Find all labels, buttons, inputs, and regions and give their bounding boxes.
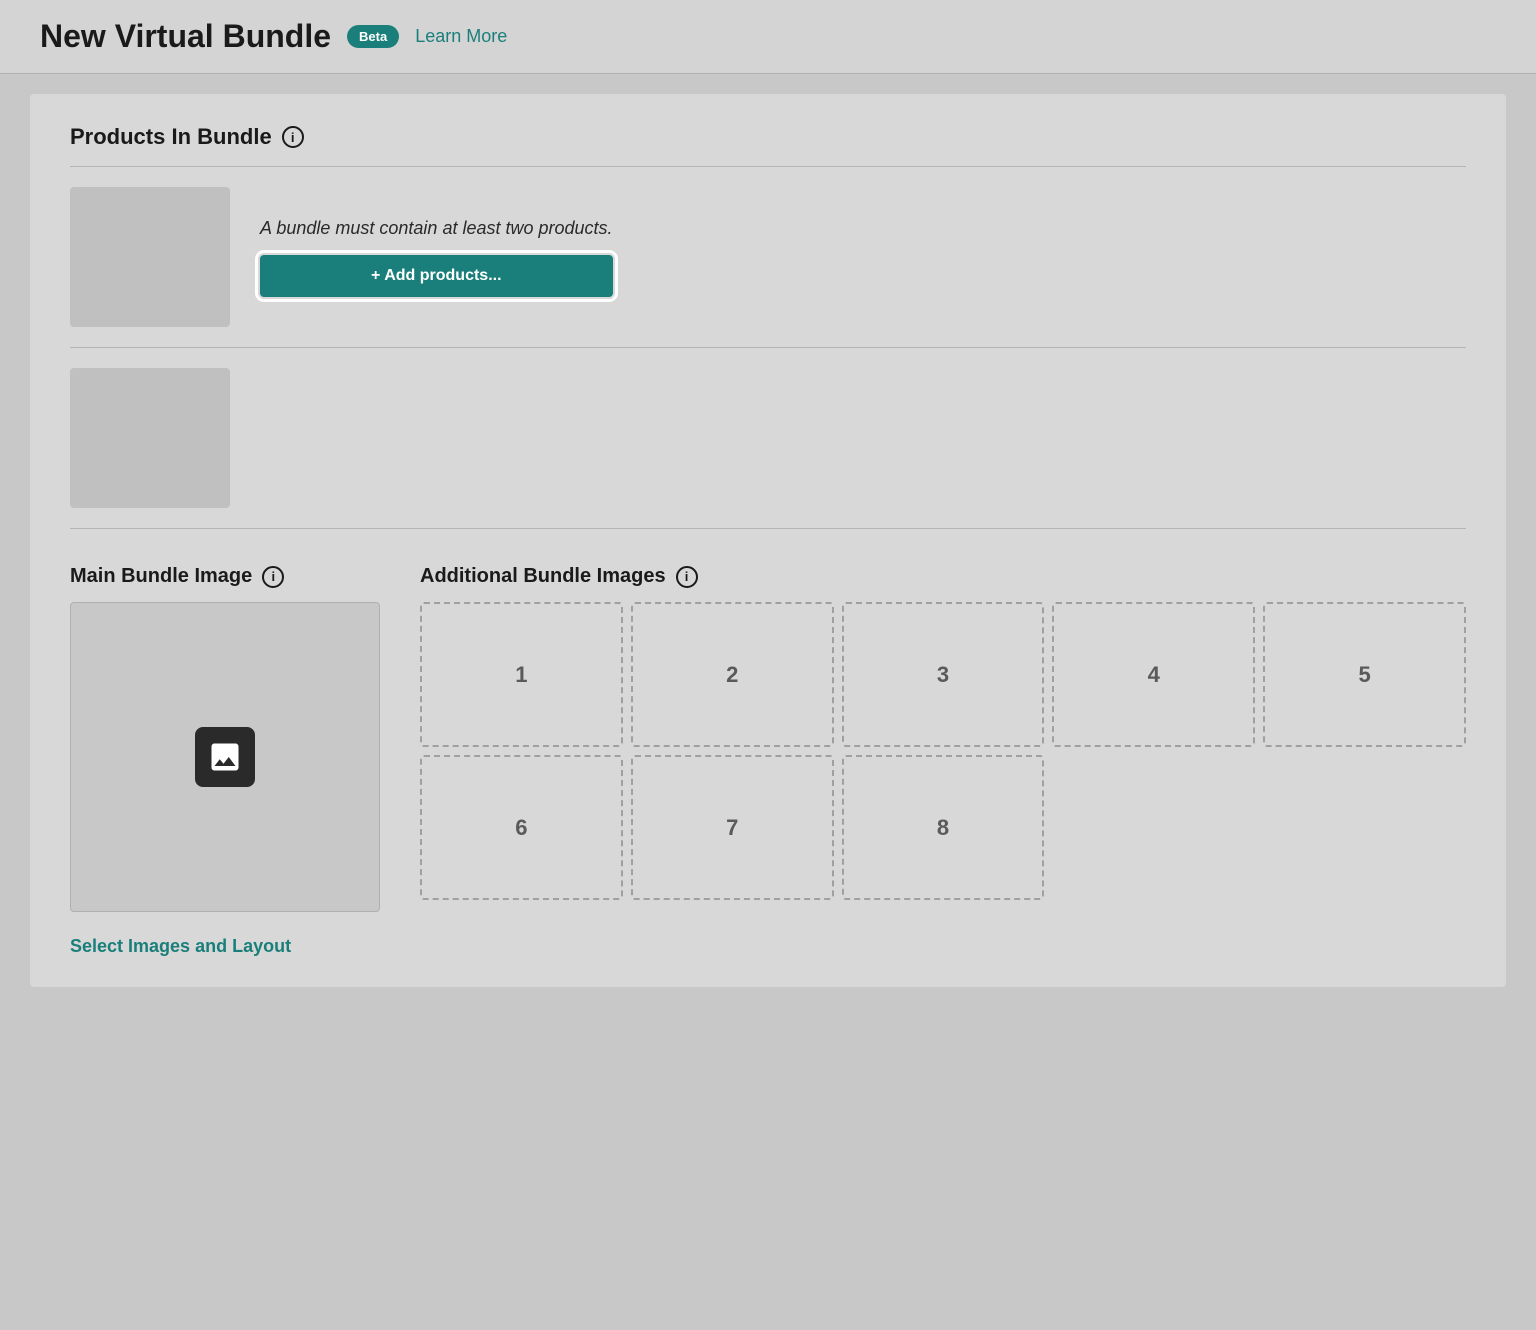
beta-badge: Beta	[347, 25, 399, 48]
product-row-2	[70, 348, 1466, 528]
additional-images-grid: 1 2 3 4 5 6 7 8	[420, 602, 1466, 900]
additional-images-section: Additional Bundle Images i 1 2 3 4 5 6 7…	[420, 565, 1466, 900]
image-slot-6[interactable]: 6	[420, 755, 623, 900]
image-slot-2[interactable]: 2	[631, 602, 834, 747]
additional-images-info-icon[interactable]: i	[676, 566, 698, 588]
images-section: Main Bundle Image i Additional Bundle Im…	[70, 565, 1466, 912]
add-products-button[interactable]: + Add products...	[260, 255, 613, 297]
product-image-placeholder-2	[70, 368, 230, 508]
additional-images-title-text: Additional Bundle Images	[420, 565, 666, 588]
image-slot-8[interactable]: 8	[842, 755, 1045, 900]
image-slot-7[interactable]: 7	[631, 755, 834, 900]
page-title: New Virtual Bundle	[40, 18, 331, 55]
product-content-1: A bundle must contain at least two produ…	[260, 218, 613, 297]
page-header: New Virtual Bundle Beta Learn More	[0, 0, 1536, 74]
main-image-info-icon[interactable]: i	[262, 566, 284, 588]
main-image-title-text: Main Bundle Image	[70, 565, 252, 588]
learn-more-link[interactable]: Learn More	[415, 26, 507, 47]
products-info-icon[interactable]: i	[282, 126, 304, 148]
product-image-placeholder-1	[70, 187, 230, 327]
product-row-1: A bundle must contain at least two produ…	[70, 167, 1466, 348]
image-slot-5[interactable]: 5	[1263, 602, 1466, 747]
additional-images-title: Additional Bundle Images i	[420, 565, 1466, 588]
image-slot-3[interactable]: 3	[842, 602, 1045, 747]
image-slot-1[interactable]: 1	[420, 602, 623, 747]
image-placeholder-icon	[195, 727, 255, 787]
image-slot-4[interactable]: 4	[1052, 602, 1255, 747]
bundle-message: A bundle must contain at least two produ…	[260, 218, 613, 239]
main-image-box[interactable]	[70, 602, 380, 912]
main-image-section: Main Bundle Image i	[70, 565, 380, 912]
products-section-title: Products In Bundle i	[70, 124, 1466, 150]
main-image-title: Main Bundle Image i	[70, 565, 380, 588]
divider-bottom	[70, 528, 1466, 529]
select-images-link[interactable]: Select Images and Layout	[70, 936, 291, 957]
main-content: Products In Bundle i A bundle must conta…	[30, 94, 1506, 987]
mountain-image-icon	[207, 739, 243, 775]
products-title-text: Products In Bundle	[70, 124, 272, 150]
